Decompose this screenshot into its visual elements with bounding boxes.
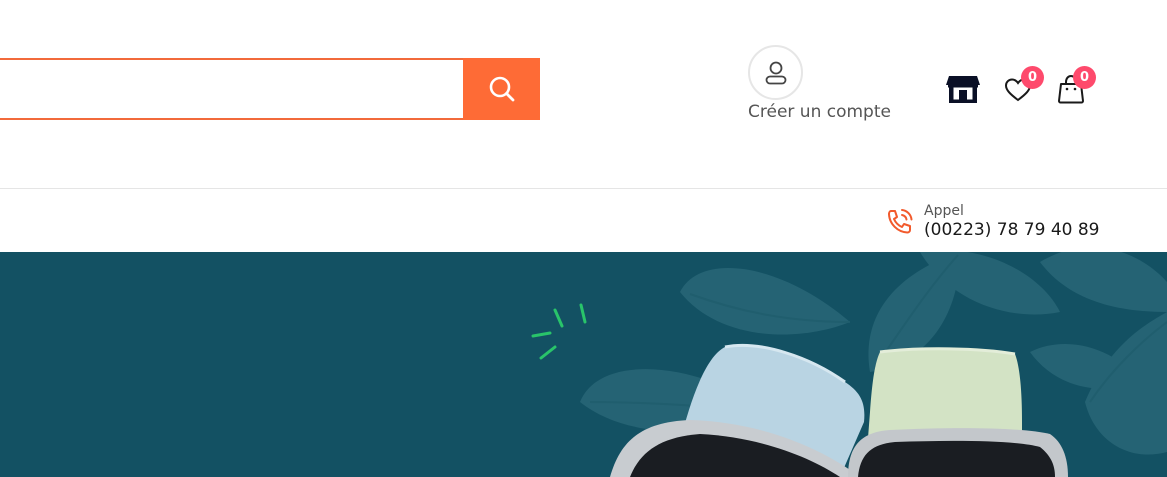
hero-illustration — [531, 252, 1167, 477]
hero-banner — [0, 252, 1167, 477]
account-avatar — [748, 45, 803, 100]
phone-icon — [888, 209, 913, 234]
page: Créer un compte 0 0 Appel (00223) 78 79 … — [0, 0, 1167, 477]
search-input[interactable] — [0, 60, 464, 118]
wishlist-count-badge: 0 — [1021, 66, 1044, 89]
store-icon — [946, 76, 980, 103]
user-icon — [765, 61, 786, 84]
call-contact[interactable]: Appel (00223) 78 79 40 89 — [885, 203, 1115, 243]
cart-count-badge: 0 — [1073, 66, 1096, 89]
search-box — [0, 58, 464, 120]
create-account-label: Créer un compte — [748, 102, 891, 122]
call-label: Appel — [924, 203, 964, 219]
site-header: Créer un compte 0 0 — [0, 0, 1167, 188]
create-account-link[interactable]: Créer un compte — [748, 45, 908, 127]
search-button[interactable] — [463, 58, 540, 120]
smartwatch-green — [848, 347, 1068, 477]
store-button[interactable] — [945, 72, 981, 106]
sparkle-decoration — [531, 303, 587, 360]
call-phone-number: (00223) 78 79 40 89 — [924, 220, 1100, 240]
search-icon — [489, 76, 514, 102]
